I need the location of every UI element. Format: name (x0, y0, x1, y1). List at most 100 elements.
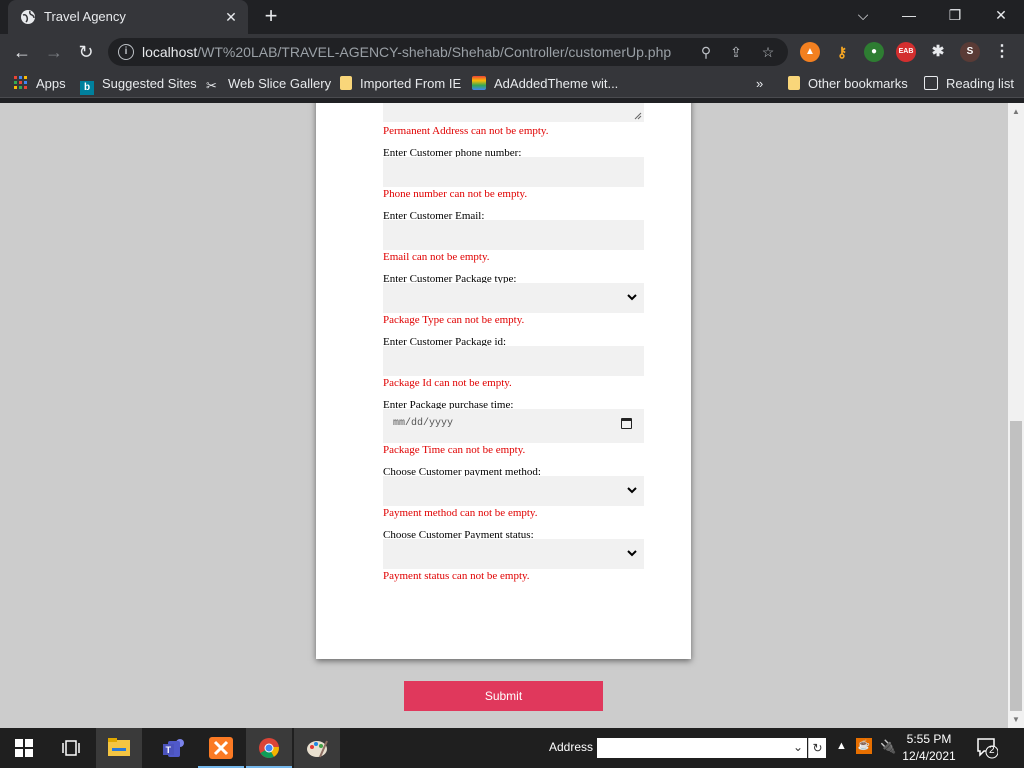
package-type-select[interactable] (383, 283, 644, 313)
theme-icon (472, 76, 486, 90)
taskbar: T Address ⌄ ↻ ▲ ☕ 🔌 5:55 PM 12/4/2021 2 (0, 728, 1024, 768)
restore-icon[interactable]: ❐ (932, 0, 978, 30)
permanent-address-textarea[interactable] (383, 103, 644, 122)
forward-icon[interactable]: → (42, 40, 66, 64)
bookmark-other[interactable]: Other bookmarks (788, 75, 908, 93)
bookmarks-bar: Apps b Suggested Sites ✂ Web Slice Gallery… (0, 70, 1024, 98)
taskbar-address-go-icon[interactable]: ↻ (808, 738, 826, 758)
task-view-button[interactable] (48, 728, 94, 768)
bookmark-other-label: Other bookmarks (808, 76, 908, 91)
browser-toolbar: ← → ↻ i localhost/WT%20LAB/TRAVEL-AGENCY… (0, 34, 1024, 70)
chevron-down-icon (627, 550, 637, 557)
package-id-input[interactable] (383, 346, 644, 376)
zoom-icon[interactable]: ⚲ (696, 42, 716, 62)
bing-icon: b (80, 81, 94, 95)
bookmark-apps[interactable]: Apps (14, 75, 66, 93)
xampp-icon (209, 737, 233, 759)
tab-strip: Travel Agency ✕ + ⌵ — ❐ ✕ (0, 0, 1024, 34)
reload-icon[interactable]: ↻ (74, 40, 98, 64)
phone-error: Phone number can not be empty. (383, 188, 528, 200)
scroll-up-icon[interactable]: ▲ (1012, 107, 1020, 116)
taskbar-address-label: Address (549, 740, 594, 754)
extension-eab-icon[interactable]: EAB (896, 42, 916, 62)
phone-input[interactable] (383, 157, 644, 187)
tab-close-icon[interactable]: ✕ (222, 8, 240, 26)
calendar-icon[interactable] (621, 418, 632, 429)
taskbar-paint[interactable] (294, 728, 340, 768)
browser-tab[interactable]: Travel Agency ✕ (8, 0, 248, 34)
address-bar[interactable]: i localhost/WT%20LAB/TRAVEL-AGENCY-sheha… (108, 38, 788, 66)
permanent-address-error: Permanent Address can not be empty. (383, 125, 549, 137)
tray-java-icon[interactable]: ☕ (856, 738, 872, 754)
bookmark-reading-label: Reading list (946, 76, 1014, 91)
paint-icon (307, 740, 328, 758)
taskbar-file-explorer[interactable] (96, 728, 142, 768)
bookmark-webslice-label: Web Slice Gallery (228, 76, 332, 91)
extension-arrow-icon[interactable]: ▲ (800, 42, 820, 62)
purchase-time-date-input[interactable]: mm/dd/yyyy (383, 409, 644, 443)
chevron-down-icon[interactable]: ⌄ (793, 740, 803, 754)
bookmarks-overflow-icon[interactable]: » (756, 75, 763, 93)
taskbar-chrome[interactable] (246, 728, 292, 768)
menu-kebab-icon[interactable]: ⋮ (992, 42, 1012, 62)
chevron-down-icon (627, 487, 637, 494)
share-icon[interactable]: ⇪ (726, 42, 746, 62)
bookmark-apps-label: Apps (36, 76, 66, 91)
profile-avatar[interactable]: S (960, 42, 980, 62)
window-close-icon[interactable]: ✕ (978, 0, 1024, 30)
url-text[interactable]: localhost/WT%20LAB/TRAVEL-AGENCY-shehab/… (142, 44, 671, 60)
bookmark-suggested-label: Suggested Sites (102, 76, 197, 91)
taskbar-address-input[interactable]: ⌄ (597, 738, 807, 758)
payment-status-error: Payment status can not be empty. (383, 570, 530, 582)
bookmark-adadded[interactable]: AdAddedTheme wit... (472, 75, 618, 93)
url-path: /WT%20LAB/TRAVEL-AGENCY-shehab/Shehab/Co… (197, 44, 672, 60)
back-icon[interactable]: ← (10, 40, 34, 64)
url-host: localhost (142, 44, 198, 60)
taskbar-xampp[interactable] (198, 728, 244, 768)
submit-button[interactable]: Submit (404, 681, 603, 711)
new-tab-icon[interactable]: + (260, 5, 282, 28)
tray-power-icon[interactable]: 🔌 (880, 739, 896, 755)
page-scrollbar[interactable]: ▲ ▼ (1008, 103, 1024, 728)
clock-time: 5:55 PM (906, 732, 952, 746)
taskbar-clock[interactable]: 5:55 PM 12/4/2021 (896, 731, 962, 765)
page-viewport: Permanent Address can not be empty. Ente… (0, 103, 1008, 728)
notification-count: 2 (989, 745, 995, 756)
folder-icon (788, 76, 800, 90)
notifications-icon[interactable]: 2 (976, 737, 999, 759)
email-input[interactable] (383, 220, 644, 250)
teams-icon: T (163, 739, 184, 757)
bookmark-suggested-sites[interactable]: b Suggested Sites (80, 75, 197, 95)
extension-globe-icon[interactable]: ● (864, 42, 884, 62)
folder-icon (340, 76, 352, 90)
package-id-error: Package Id can not be empty. (383, 377, 512, 389)
chevron-down-icon (627, 294, 637, 301)
start-button[interactable] (0, 728, 46, 768)
tray-overflow-icon[interactable]: ▲ (836, 740, 847, 752)
site-info-icon[interactable]: i (118, 44, 134, 60)
date-placeholder: mm/dd/yyyy (393, 418, 454, 429)
bookmark-web-slice[interactable]: ✂ Web Slice Gallery (206, 75, 331, 93)
globe-icon (21, 10, 35, 24)
scroll-thumb[interactable] (1010, 421, 1022, 711)
bookmark-star-icon[interactable]: ☆ (758, 42, 778, 62)
svg-text:T: T (166, 745, 172, 755)
task-view-icon (62, 740, 80, 756)
apps-grid-icon (14, 76, 27, 89)
scroll-down-icon[interactable]: ▼ (1012, 715, 1020, 724)
extensions-puzzle-icon[interactable]: ✱ (928, 42, 948, 62)
extension-key-icon[interactable]: ⚷ (832, 42, 852, 62)
web-slice-icon: ✂ (206, 78, 217, 93)
payment-method-select[interactable] (383, 476, 644, 506)
bookmark-reading-list[interactable]: Reading list (924, 75, 1014, 93)
reading-list-icon (924, 76, 938, 90)
bookmark-imported-label: Imported From IE (360, 76, 462, 91)
purchase-time-error: Package Time can not be empty. (383, 444, 526, 456)
minimize-icon[interactable]: — (886, 0, 932, 30)
taskbar-teams[interactable]: T (150, 728, 196, 768)
payment-status-select[interactable] (383, 539, 644, 569)
windows-logo-icon (15, 739, 33, 757)
resize-grip-icon[interactable] (634, 112, 642, 120)
tab-search-icon[interactable]: ⌵ (840, 0, 886, 30)
bookmark-imported-ie[interactable]: Imported From IE (340, 75, 461, 93)
